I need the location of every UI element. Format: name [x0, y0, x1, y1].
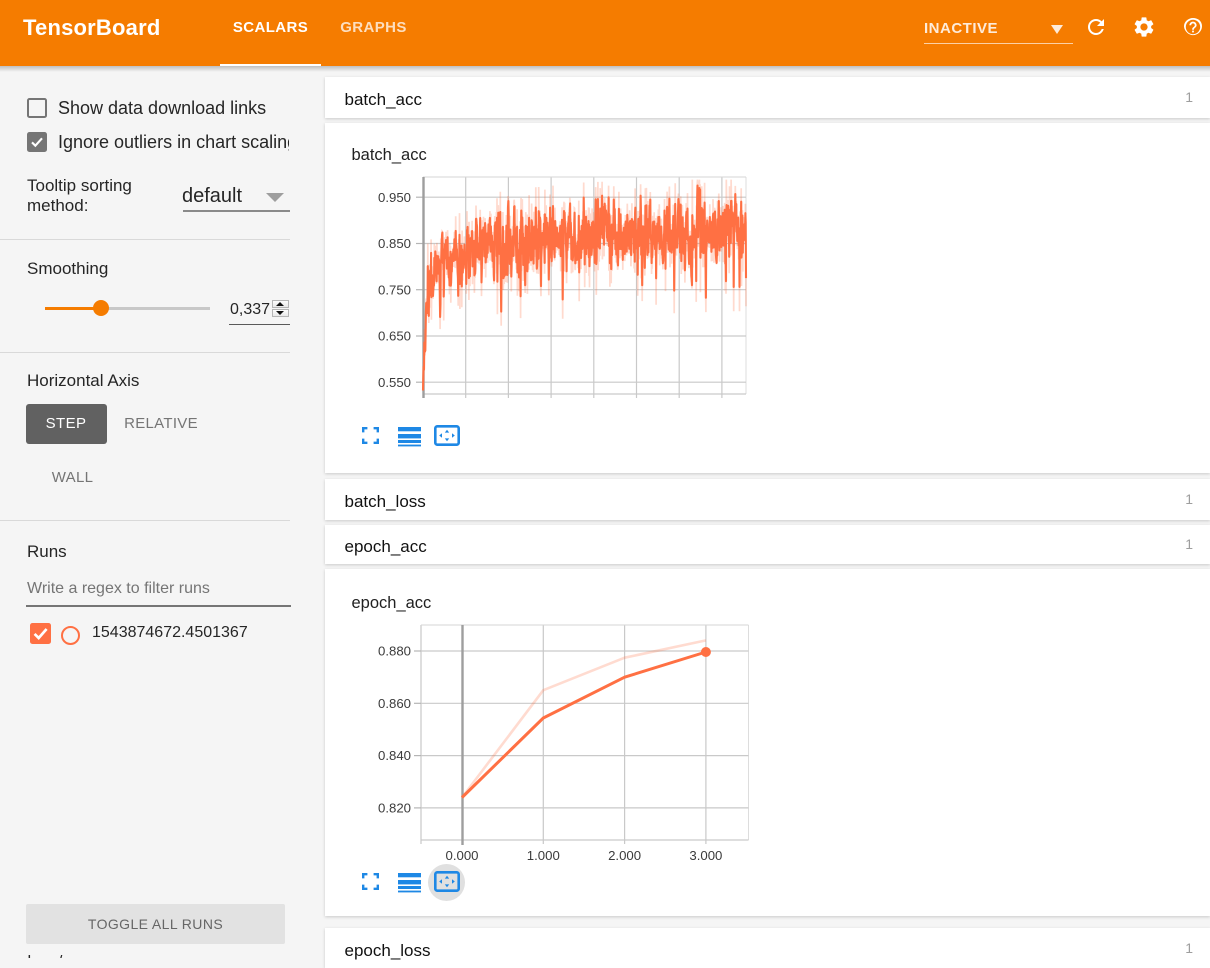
svg-text:0.840: 0.840 — [378, 748, 411, 763]
svg-text:2.000: 2.000 — [608, 848, 641, 863]
svg-text:3.000: 3.000 — [689, 848, 722, 863]
svg-text:1.000: 1.000 — [527, 848, 560, 863]
svg-text:0.550: 0.550 — [378, 375, 411, 390]
svg-text:0.750: 0.750 — [378, 282, 411, 297]
svg-text:0.820: 0.820 — [378, 801, 411, 816]
svg-text:0.850: 0.850 — [378, 236, 411, 251]
svg-text:0.950: 0.950 — [378, 190, 411, 205]
svg-text:0.880: 0.880 — [378, 644, 411, 659]
svg-text:0.860: 0.860 — [378, 696, 411, 711]
svg-text:0.650: 0.650 — [378, 329, 411, 344]
svg-text:0.000: 0.000 — [445, 848, 478, 863]
